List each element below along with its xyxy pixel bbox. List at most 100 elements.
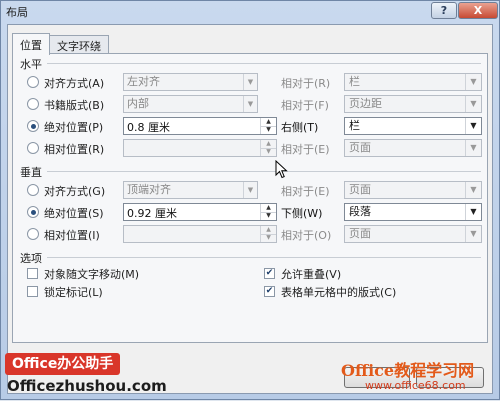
vertical-alignment-row: 对齐方式(G) 顶端对齐 ▼ 相对于(E) 页面 ▼ xyxy=(13,180,489,200)
horizontal-alignment-radio[interactable] xyxy=(27,76,39,88)
chevron-down-icon: ▼ xyxy=(243,182,257,198)
move-with-text-label: 对象随文字移动(M) xyxy=(44,268,140,281)
horizontal-alignment-relative-select[interactable]: 栏 ▼ xyxy=(344,73,482,91)
position-panel: 水平 对齐方式(A) 左对齐 ▼ 相对于(R) 栏 ▼ 书籍版式(B) 内部 ▼ 相对… xyxy=(12,53,488,343)
close-button[interactable]: X xyxy=(458,2,498,19)
spin-down-icon[interactable]: ▼ xyxy=(261,211,276,221)
vertical-relative-label: 相对位置(I) xyxy=(44,229,100,242)
vertical-alignment-relative-label: 相对于(E) xyxy=(281,185,330,198)
allow-overlap-checkbox[interactable]: ✔ xyxy=(264,268,275,279)
horizontal-relative-relative-select[interactable]: 页面 ▼ xyxy=(344,139,482,157)
horizontal-absolute-label: 绝对位置(P) xyxy=(44,121,104,134)
horizontal-alignment-select[interactable]: 左对齐 ▼ xyxy=(123,73,258,91)
horizontal-absolute-spinner[interactable]: ▲ ▼ xyxy=(260,118,276,134)
spin-down-icon[interactable]: ▼ xyxy=(261,125,276,135)
watermark-left: Office办公助手 Officezhushou.com xyxy=(1,351,171,401)
horizontal-alignment-relative-value: 栏 xyxy=(349,75,360,88)
vertical-alignment-select[interactable]: 顶端对齐 ▼ xyxy=(123,181,258,199)
vertical-relative-input[interactable]: ▲ ▼ xyxy=(123,225,277,243)
book-layout-relative-label: 相对于(F) xyxy=(281,99,329,112)
tab-position-label: 位置 xyxy=(20,38,42,52)
vertical-relative-relative-label: 相对于(O) xyxy=(281,229,332,242)
watermark-url: Officezhushou.com xyxy=(7,377,167,395)
vertical-divider xyxy=(47,171,481,172)
vertical-relative-relative-select[interactable]: 页面 ▼ xyxy=(344,225,482,243)
layout-in-cell-label: 表格单元格中的版式(C) xyxy=(281,286,397,299)
book-layout-relative-value: 页边距 xyxy=(349,97,382,110)
horizontal-absolute-input[interactable]: 0.8 厘米 ▲ ▼ xyxy=(123,117,277,135)
vertical-alignment-relative-value: 页面 xyxy=(349,183,371,196)
horizontal-relative-relative-value: 页面 xyxy=(349,141,371,154)
chevron-down-icon: ▼ xyxy=(243,96,257,112)
horizontal-relative-row: 相对位置(R) ▲ ▼ 相对于(E) 页面 ▼ xyxy=(13,138,489,158)
vertical-absolute-radio[interactable] xyxy=(27,206,39,218)
vertical-alignment-relative-select[interactable]: 页面 ▼ xyxy=(344,181,482,199)
mouse-cursor-icon xyxy=(275,160,288,179)
spin-up-icon[interactable]: ▲ xyxy=(261,204,276,212)
horizontal-alignment-value: 左对齐 xyxy=(127,75,160,88)
options-divider xyxy=(47,257,481,258)
vertical-alignment-label: 对齐方式(G) xyxy=(44,185,106,198)
vertical-absolute-relative-label: 下侧(W) xyxy=(281,207,323,220)
watermark-brand: Office教程学习网 xyxy=(341,361,475,380)
horizontal-absolute-relative-label: 右侧(T) xyxy=(281,121,319,134)
watermark-site: www.office68.com xyxy=(365,379,466,392)
vertical-relative-spinner[interactable]: ▲ ▼ xyxy=(260,226,276,242)
layout-dialog: 布局 ? X 位置 文字环绕 水平 对齐方式(A) 左对齐 ▼ 相对于(R) 栏 ▼… xyxy=(0,0,500,400)
lock-anchor-label: 锁定标记(L) xyxy=(44,286,103,299)
tab-text-wrapping-label: 文字环绕 xyxy=(57,39,101,53)
spin-up-icon[interactable]: ▲ xyxy=(261,118,276,126)
spin-down-icon[interactable]: ▼ xyxy=(261,233,276,243)
vertical-relative-radio[interactable] xyxy=(27,228,39,240)
horizontal-relative-relative-label: 相对于(E) xyxy=(281,143,330,156)
spin-down-icon[interactable]: ▼ xyxy=(261,147,276,157)
book-layout-radio[interactable] xyxy=(27,98,39,110)
chevron-down-icon: ▼ xyxy=(465,74,481,90)
options-heading: 选项 xyxy=(20,252,42,265)
horizontal-heading: 水平 xyxy=(20,58,42,71)
vertical-absolute-value: 0.92 厘米 xyxy=(127,207,177,220)
vertical-absolute-relative-value: 段落 xyxy=(349,205,371,218)
horizontal-alignment-row: 对齐方式(A) 左对齐 ▼ 相对于(R) 栏 ▼ xyxy=(13,72,489,92)
horizontal-relative-label: 相对位置(R) xyxy=(44,143,105,156)
horizontal-absolute-relative-select[interactable]: 栏 ▼ xyxy=(344,117,482,135)
move-with-text-checkbox[interactable] xyxy=(27,268,38,279)
chevron-down-icon: ▼ xyxy=(465,204,481,220)
horizontal-relative-input[interactable]: ▲ ▼ xyxy=(123,139,277,157)
chevron-down-icon: ▼ xyxy=(465,96,481,112)
title-bar: 布局 ? X xyxy=(1,1,499,23)
lock-anchor-checkbox[interactable] xyxy=(27,286,38,297)
horizontal-relative-radio[interactable] xyxy=(27,142,39,154)
book-layout-select[interactable]: 内部 ▼ xyxy=(123,95,258,113)
layout-in-cell-checkbox[interactable]: ✔ xyxy=(264,286,275,297)
chevron-down-icon: ▼ xyxy=(465,226,481,242)
horizontal-absolute-relative-value: 栏 xyxy=(349,119,360,132)
vertical-absolute-spinner[interactable]: ▲ ▼ xyxy=(260,204,276,220)
vertical-relative-row: 相对位置(I) ▲ ▼ 相对于(O) 页面 ▼ xyxy=(13,224,489,244)
chevron-down-icon: ▼ xyxy=(465,182,481,198)
vertical-absolute-relative-select[interactable]: 段落 ▼ xyxy=(344,203,482,221)
tab-position[interactable]: 位置 xyxy=(12,33,50,55)
book-layout-value: 内部 xyxy=(127,97,149,110)
allow-overlap-label: 允许重叠(V) xyxy=(281,268,342,281)
vertical-alignment-value: 顶端对齐 xyxy=(127,183,171,196)
horizontal-alignment-label: 对齐方式(A) xyxy=(44,77,105,90)
book-layout-relative-select[interactable]: 页边距 ▼ xyxy=(344,95,482,113)
vertical-absolute-label: 绝对位置(S) xyxy=(44,207,104,220)
vertical-absolute-input[interactable]: 0.92 厘米 ▲ ▼ xyxy=(123,203,277,221)
dialog-body: 位置 文字环绕 水平 对齐方式(A) 左对齐 ▼ 相对于(R) 栏 ▼ 书籍版式(B… xyxy=(7,24,493,394)
spin-up-icon[interactable]: ▲ xyxy=(261,226,276,234)
watermark-right: Office教程学习网 www.office68.com xyxy=(339,357,499,399)
horizontal-relative-spinner[interactable]: ▲ ▼ xyxy=(260,140,276,156)
vertical-absolute-row: 绝对位置(S) 0.92 厘米 ▲ ▼ 下侧(W) 段落 ▼ xyxy=(13,202,489,222)
book-layout-row: 书籍版式(B) 内部 ▼ 相对于(F) 页边距 ▼ xyxy=(13,94,489,114)
chevron-down-icon: ▼ xyxy=(243,74,257,90)
close-icon: X xyxy=(473,4,483,17)
vertical-alignment-radio[interactable] xyxy=(27,184,39,196)
tab-text-wrapping[interactable]: 文字环绕 xyxy=(49,35,109,55)
help-button[interactable]: ? xyxy=(431,2,457,19)
watermark-badge: Office办公助手 xyxy=(5,353,121,375)
horizontal-absolute-radio[interactable] xyxy=(27,120,39,132)
tab-strip: 位置 文字环绕 xyxy=(12,33,109,55)
spin-up-icon[interactable]: ▲ xyxy=(261,140,276,148)
